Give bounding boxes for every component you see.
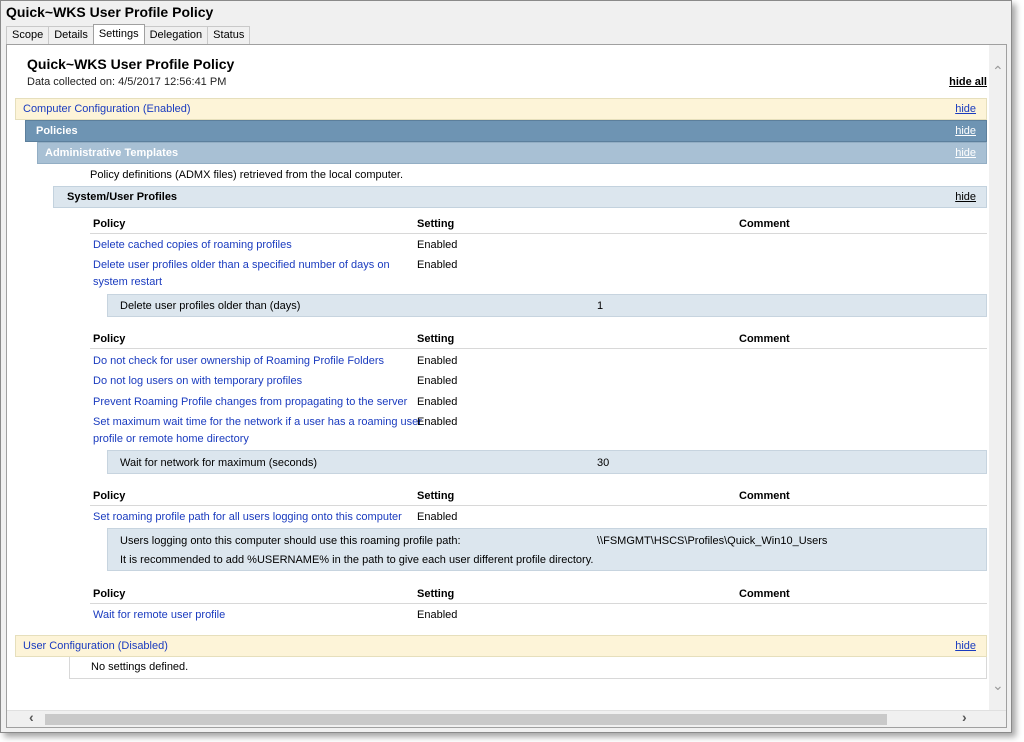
- setting-value: Enabled: [417, 396, 458, 408]
- setting-detail-label: Wait for network for maximum (seconds): [120, 457, 318, 469]
- column-header-policy: Policy: [93, 490, 126, 502]
- tab-strip: Scope Details Settings Delegation Status: [6, 24, 251, 44]
- header-divider: [90, 348, 987, 349]
- setting-detail-value: 30: [597, 457, 610, 469]
- report-title: Quick~WKS User Profile Policy: [27, 56, 235, 72]
- policy-link[interactable]: Set roaming profile path for all users l…: [93, 509, 402, 526]
- horizontal-scrollbar[interactable]: ‹ ›: [7, 709, 1006, 727]
- setting-detail-row: Delete user profiles older than (days) 1: [107, 294, 987, 317]
- tab-status[interactable]: Status: [207, 26, 251, 44]
- setting-value: Enabled: [417, 416, 458, 428]
- header-divider: [90, 505, 987, 506]
- hide-policies-link[interactable]: hide: [955, 121, 976, 142]
- administrative-templates-label: Administrative Templates: [45, 147, 179, 159]
- setting-detail-value: 1: [597, 300, 604, 312]
- chevron-left-icon[interactable]: ‹: [29, 709, 34, 725]
- policies-bar[interactable]: Policies hide: [25, 120, 987, 142]
- setting-detail-note: It is recommended to add %USERNAME% in t…: [120, 554, 594, 566]
- setting-value: Enabled: [417, 259, 458, 271]
- user-configuration-bar[interactable]: User Configuration (Disabled) hide: [15, 635, 987, 657]
- chevron-right-icon[interactable]: ›: [962, 709, 967, 725]
- column-header-policy: Policy: [93, 333, 126, 345]
- policy-link[interactable]: Delete cached copies of roaming profiles: [93, 237, 292, 254]
- setting-detail-label: Delete user profiles older than (days): [120, 300, 301, 312]
- policy-link[interactable]: Do not log users on with temporary profi…: [93, 373, 302, 390]
- setting-value: Enabled: [417, 511, 458, 523]
- hide-user-configuration-link[interactable]: hide: [955, 636, 976, 657]
- admx-note: Policy definitions (ADMX files) retrieve…: [90, 169, 404, 181]
- setting-value: Enabled: [417, 375, 458, 387]
- system-user-profiles-bar[interactable]: System/User Profiles hide: [53, 186, 987, 208]
- window-title: Quick~WKS User Profile Policy: [6, 4, 214, 20]
- horizontal-scroll-thumb[interactable]: [45, 714, 887, 725]
- setting-detail-row: Wait for network for maximum (seconds) 3…: [107, 450, 987, 474]
- setting-detail-row: Users logging onto this computer should …: [107, 528, 987, 571]
- column-header-comment: Comment: [739, 333, 790, 345]
- column-header-policy: Policy: [93, 588, 126, 600]
- tab-details[interactable]: Details: [48, 26, 94, 44]
- chevron-down-icon[interactable]: ⌄: [992, 677, 1004, 694]
- tab-delegation[interactable]: Delegation: [143, 26, 209, 44]
- header-divider: [90, 603, 987, 604]
- column-header-setting: Setting: [417, 490, 455, 502]
- column-header-setting: Setting: [417, 588, 455, 600]
- column-header-setting: Setting: [417, 333, 455, 345]
- policies-label: Policies: [36, 125, 78, 137]
- setting-detail-value: \\FSMGMT\HSCS\Profiles\Quick_Win10_Users: [597, 535, 828, 547]
- policy-link[interactable]: Wait for remote user profile: [93, 607, 225, 624]
- policy-link[interactable]: Delete user profiles older than a specif…: [93, 257, 390, 274]
- hide-all-link[interactable]: hide all: [949, 76, 987, 88]
- tab-scope[interactable]: Scope: [6, 26, 50, 44]
- administrative-templates-bar[interactable]: Administrative Templates hide: [37, 142, 987, 164]
- setting-value: Enabled: [417, 239, 458, 251]
- column-header-comment: Comment: [739, 218, 790, 230]
- column-header-setting: Setting: [417, 218, 455, 230]
- user-configuration-label: User Configuration (Disabled): [23, 640, 168, 652]
- system-user-profiles-label: System/User Profiles: [67, 191, 178, 203]
- hide-administrative-templates-link[interactable]: hide: [955, 143, 976, 164]
- policy-link[interactable]: Do not check for user ownership of Roami…: [93, 353, 384, 370]
- policy-link-continued[interactable]: profile or remote home directory: [93, 431, 249, 448]
- setting-value: Enabled: [417, 609, 458, 621]
- column-header-policy: Policy: [93, 218, 126, 230]
- header-divider: [90, 233, 987, 234]
- chevron-up-icon[interactable]: ⌃: [992, 63, 1004, 80]
- vertical-scrollbar[interactable]: ⌃ ⌄: [989, 45, 1006, 710]
- hide-system-user-profiles-link[interactable]: hide: [955, 187, 976, 208]
- policy-link[interactable]: Set maximum wait time for the network if…: [93, 414, 422, 431]
- tab-settings[interactable]: Settings: [92, 24, 145, 44]
- user-configuration-body: No settings defined.: [69, 657, 987, 679]
- setting-value: Enabled: [417, 355, 458, 367]
- computer-configuration-label: Computer Configuration (Enabled): [23, 103, 191, 115]
- column-header-comment: Comment: [739, 588, 790, 600]
- settings-pane: Quick~WKS User Profile Policy Data colle…: [6, 44, 1007, 728]
- data-collected-timestamp: Data collected on: 4/5/2017 12:56:41 PM: [27, 76, 227, 88]
- column-header-comment: Comment: [739, 490, 790, 502]
- computer-configuration-bar[interactable]: Computer Configuration (Enabled) hide: [15, 98, 987, 120]
- hide-computer-configuration-link[interactable]: hide: [955, 99, 976, 120]
- gpo-window: Quick~WKS User Profile Policy Scope Deta…: [0, 0, 1012, 733]
- policy-link[interactable]: Prevent Roaming Profile changes from pro…: [93, 394, 407, 411]
- setting-detail-label: Users logging onto this computer should …: [120, 535, 461, 547]
- no-settings-text: No settings defined.: [91, 661, 189, 673]
- policy-link-continued[interactable]: system restart: [93, 274, 162, 291]
- settings-report: Quick~WKS User Profile Policy Data colle…: [15, 52, 987, 707]
